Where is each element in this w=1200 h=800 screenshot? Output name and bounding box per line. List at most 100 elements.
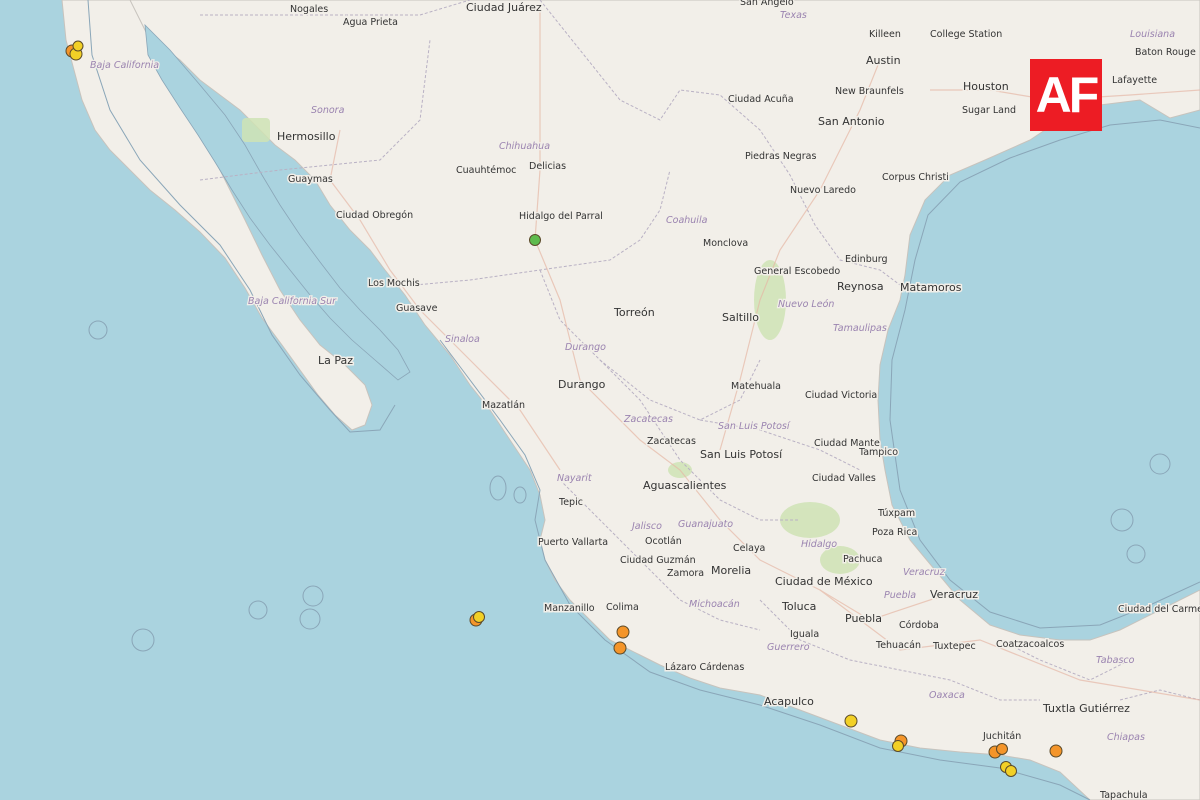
earthquake-marker[interactable] (72, 40, 84, 52)
city-label: Saltillo (722, 311, 759, 324)
city-label: Lafayette (1112, 75, 1157, 86)
state-label: Baja California Sur (248, 296, 337, 307)
state-label: Louisiana (1130, 29, 1175, 40)
city-label: Veracruz (930, 588, 978, 601)
city-label: Tepic (558, 497, 583, 508)
state-label: Puebla (884, 590, 916, 601)
city-label: Poza Rica (872, 527, 917, 538)
state-label: Michoacán (689, 599, 740, 610)
city-label: Puebla (845, 612, 882, 625)
city-label: Colima (606, 602, 639, 613)
city-label: Juchitán (982, 731, 1021, 742)
state-label: Oaxaca (929, 690, 965, 701)
state-label: Texas (780, 10, 807, 21)
city-label: Ciudad Juárez (466, 1, 542, 14)
state-label: Chihuahua (499, 141, 550, 152)
state-label: Nuevo León (778, 299, 834, 310)
state-label: Durango (565, 342, 606, 353)
city-label: Córdoba (899, 620, 939, 631)
city-label: Delicias (529, 161, 566, 172)
city-label: Matehuala (731, 381, 781, 392)
city-label: La Paz (318, 354, 353, 367)
state-label: Veracruz (903, 567, 946, 578)
city-label: Corpus Christi (882, 172, 949, 183)
city-label: Puerto Vallarta (538, 537, 608, 548)
city-label: Reynosa (837, 280, 884, 293)
earthquake-marker[interactable] (616, 625, 630, 639)
city-label: Ocotlán (645, 536, 682, 547)
city-label: Ciudad Acuña (728, 94, 794, 105)
earthquake-marker[interactable] (1049, 744, 1063, 758)
earthquake-marker[interactable] (473, 611, 485, 623)
state-label: Chiapas (1107, 732, 1145, 743)
city-label: Torreón (613, 306, 655, 319)
city-label: Cuauhtémoc (456, 165, 516, 176)
city-label: Matamoros (900, 281, 962, 294)
city-label: Hidalgo del Parral (519, 211, 603, 222)
city-label: Ciudad Guzmán (620, 555, 696, 566)
state-label: Coahuila (666, 215, 708, 226)
city-label: Ciudad de México (775, 575, 873, 588)
city-label: Celaya (733, 543, 765, 554)
city-label: Nogales (290, 4, 328, 15)
state-label: Baja California (90, 60, 159, 71)
earthquake-marker[interactable] (892, 740, 904, 752)
city-label: Los Mochis (368, 278, 420, 289)
state-label: Jalisco (630, 521, 662, 532)
city-label: Ciudad Valles (812, 473, 876, 484)
city-label: Tapachula (1099, 790, 1148, 800)
state-label: Tamaulipas (833, 323, 887, 334)
state-label: Guerrero (767, 642, 810, 653)
city-label: Monclova (703, 238, 748, 249)
city-label: Nuevo Laredo (790, 185, 856, 196)
city-label: Tehuacán (875, 640, 921, 651)
city-label: Lázaro Cárdenas (665, 662, 744, 673)
city-label: Killeen (869, 29, 901, 40)
earthquake-marker[interactable] (844, 714, 858, 728)
city-label: San Antonio (818, 115, 885, 128)
city-label: Tampico (858, 447, 898, 458)
city-label: New Braunfels (835, 86, 904, 97)
city-label: Guaymas (288, 174, 333, 185)
state-label: Sinaloa (445, 334, 480, 345)
city-label: Ciudad Obregón (336, 210, 413, 221)
city-label: Hermosillo (277, 130, 336, 143)
state-label: Guanajuato (678, 519, 733, 530)
earthquake-marker[interactable] (529, 234, 541, 246)
city-label: Pachuca (843, 554, 882, 565)
af-logo: AF (1030, 59, 1102, 131)
city-label: College Station (930, 29, 1002, 40)
map-canvas[interactable]: Nogales Agua Prieta Ciudad Juárez San An… (0, 0, 1200, 800)
logo-text: AF (1035, 67, 1100, 123)
city-label: Durango (558, 378, 606, 391)
city-label: Agua Prieta (343, 17, 398, 28)
city-label: Mazatlán (482, 400, 525, 411)
earthquake-marker[interactable] (613, 641, 627, 655)
city-label: Túxpam (877, 508, 915, 519)
city-label: Toluca (781, 600, 816, 613)
city-label: Guasave (396, 303, 438, 314)
city-label: Acapulco (764, 695, 814, 708)
city-label: Morelia (711, 564, 751, 577)
city-label: Sugar Land (962, 105, 1016, 116)
city-label: Manzanillo (544, 603, 595, 614)
earthquake-marker[interactable] (1005, 765, 1017, 777)
city-label: Piedras Negras (745, 151, 816, 162)
state-label: Sonora (311, 105, 345, 116)
state-label: Zacatecas (623, 414, 673, 425)
city-label: Zacatecas (647, 436, 696, 447)
city-label: Tuxtepec (932, 641, 976, 652)
city-label: Tuxtla Gutiérrez (1042, 702, 1130, 715)
city-label: San Luis Potosí (700, 448, 783, 461)
city-label: Austin (866, 54, 901, 67)
state-label: Nayarit (557, 473, 593, 484)
state-label: Hidalgo (801, 539, 837, 550)
state-label: Tabasco (1096, 655, 1135, 666)
city-label: Iguala (790, 629, 819, 640)
city-label: San Angelo (740, 0, 794, 8)
city-label: Baton Rouge (1135, 47, 1196, 58)
city-label: Zamora (667, 568, 704, 579)
earthquake-marker[interactable] (996, 743, 1008, 755)
city-label: Ciudad del Carmen (1118, 604, 1200, 615)
city-label: Edinburg (845, 254, 888, 265)
